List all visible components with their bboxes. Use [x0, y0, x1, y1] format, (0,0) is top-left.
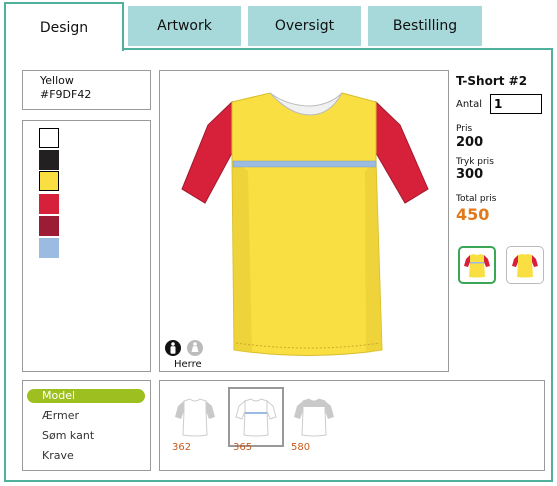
model-365-shirt-icon [235, 398, 277, 437]
total-price-label: Total pris [456, 194, 497, 204]
back-shirt-icon [512, 254, 538, 278]
frame-top-border [124, 48, 553, 50]
front-shirt-icon [464, 254, 490, 278]
model-362[interactable] [169, 389, 221, 445]
color-name: Yellow [40, 74, 74, 87]
tshirt-image [181, 92, 429, 356]
color-swatch-panel [22, 120, 151, 372]
model-580-code: 580 [291, 442, 311, 453]
color-hex: #F9DF42 [40, 88, 92, 101]
right-sleeve [375, 100, 429, 204]
menu-item-som-kant[interactable]: Søm kant [27, 429, 145, 443]
tab-oversigt[interactable]: Oversigt [248, 6, 361, 46]
model-selector: 362 365 580 [159, 380, 545, 471]
shirt-body [231, 92, 383, 356]
tab-design[interactable]: Design [4, 2, 124, 51]
product-title: T-Short #2 [456, 74, 528, 88]
selected-color-info: Yellow #F9DF42 [22, 70, 151, 110]
print-price-label: Tryk pris [456, 157, 494, 167]
quantity-label: Antal [456, 98, 483, 110]
shirt-preview: Herre [159, 70, 449, 372]
model-365[interactable] [228, 387, 284, 447]
chest-stripe [232, 160, 377, 168]
total-price-value: 450 [456, 205, 490, 224]
options-menu: Model Ærmer Søm kant Krave [22, 380, 151, 471]
gender-label: Herre [174, 359, 202, 370]
quantity-input[interactable] [490, 94, 543, 114]
product-info: T-Short #2 Antal Pris 200 Tryk pris 300 … [456, 74, 551, 224]
male-gender-icon[interactable] [165, 340, 181, 356]
menu-item-aermer[interactable]: Ærmer [27, 409, 145, 423]
print-price-value: 300 [456, 167, 484, 182]
price-value: 200 [456, 135, 484, 150]
tab-bestilling[interactable]: Bestilling [368, 6, 482, 46]
tab-artwork[interactable]: Artwork [128, 6, 241, 46]
left-sleeve [181, 100, 233, 204]
menu-item-krave[interactable]: Krave [27, 449, 145, 463]
female-gender-icon[interactable] [187, 340, 203, 356]
swatch-yellow[interactable] [39, 171, 59, 191]
model-362-shirt-icon [175, 398, 215, 437]
front-view-thumbnail[interactable] [458, 246, 496, 284]
price-label: Pris [456, 124, 473, 134]
swatch-light-blue[interactable] [39, 238, 59, 258]
model-362-code: 362 [172, 442, 192, 453]
menu-item-model[interactable]: Model [27, 389, 145, 403]
model-365-code: 365 [233, 442, 253, 453]
model-580[interactable] [288, 389, 340, 445]
swatch-dark-red[interactable] [39, 216, 59, 236]
swatch-black[interactable] [39, 150, 59, 170]
quantity-row: Antal [456, 94, 543, 114]
back-view-thumbnail[interactable] [506, 246, 544, 284]
model-580-shirt-icon [294, 398, 334, 437]
swatch-white[interactable] [39, 128, 59, 148]
swatch-red[interactable] [39, 194, 59, 214]
